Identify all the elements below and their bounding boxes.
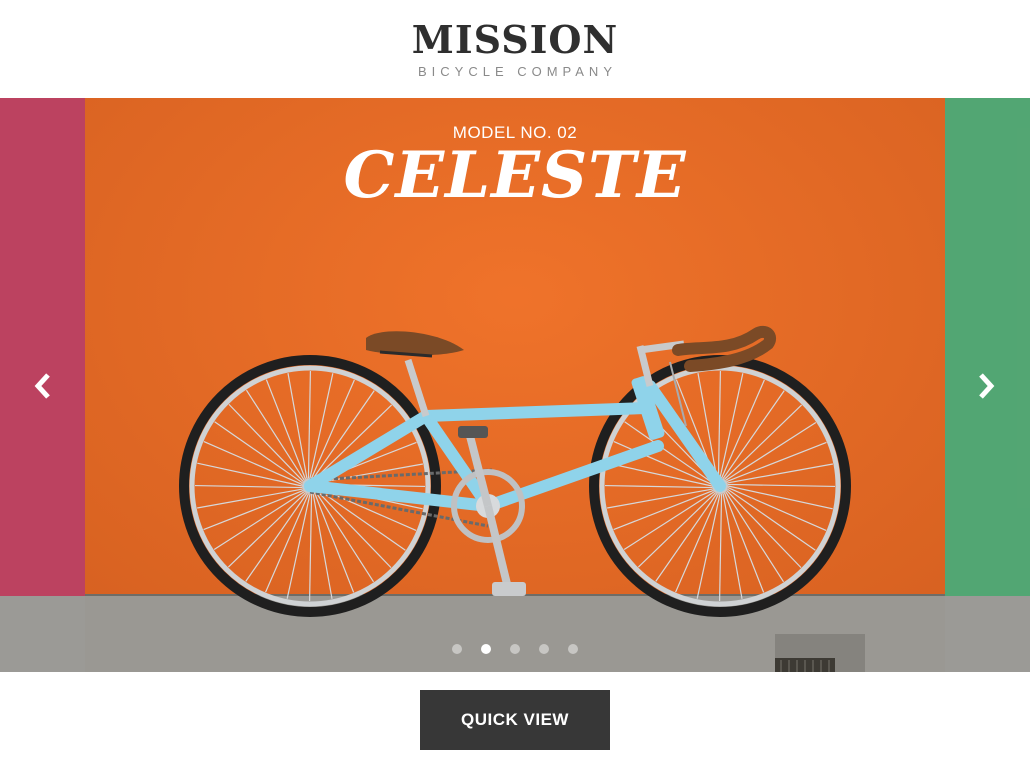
next-slide-button[interactable] (969, 368, 1005, 404)
bicycle-image (179, 325, 851, 617)
model-name: CELESTE (343, 138, 687, 213)
brand-subtitle: BICYCLE COMPANY (417, 64, 617, 79)
chevron-left-icon (34, 373, 50, 399)
carousel-dot-4[interactable] (539, 644, 549, 654)
carousel-dot-2[interactable] (481, 644, 491, 654)
product-carousel: MODEL NO. 02 CELESTE (0, 98, 1030, 672)
brand-title: MISSION (411, 17, 619, 62)
carousel-pagination (0, 644, 1030, 654)
previous-slide-button[interactable] (24, 368, 60, 404)
carousel-dot-1[interactable] (452, 644, 462, 654)
quick-view-button[interactable]: QUICK VIEW (420, 690, 610, 750)
carousel-dot-3[interactable] (510, 644, 520, 654)
brand-logo[interactable]: MISSION BICYCLE COMPANY (0, 18, 1030, 80)
site-header: MISSION BICYCLE COMPANY (0, 0, 1030, 98)
carousel-dot-5[interactable] (568, 644, 578, 654)
chevron-right-icon (979, 373, 995, 399)
